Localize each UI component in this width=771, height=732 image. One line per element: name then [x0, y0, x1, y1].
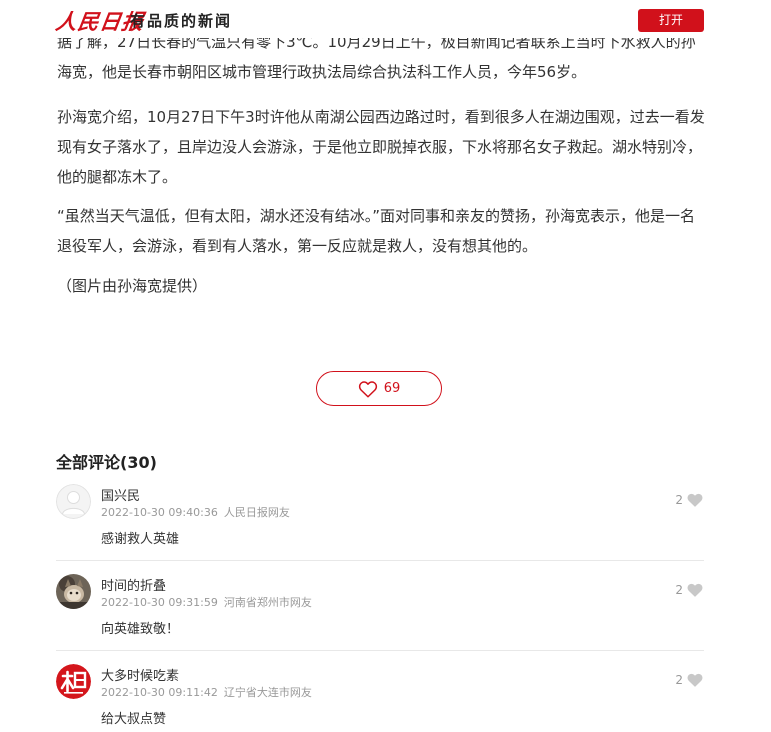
comment-like-button[interactable]: 2: [675, 672, 704, 688]
article-paragraph: 孙海宽介绍，10月27日下午3时许他从南湖公园西边路过时，看到很多人在湖边围观，…: [57, 108, 705, 186]
comment-like-count: 2: [675, 673, 683, 687]
comment-like-count: 2: [675, 493, 683, 507]
heart-outline-icon: [358, 380, 378, 398]
comment-like-button[interactable]: 2: [675, 492, 704, 508]
like-button[interactable]: 69: [316, 371, 442, 406]
heart-filled-icon: [686, 492, 704, 508]
page: 人民日报 有品质的新闻 打开 据了解，27日长春的气温只有零下3℃。10月29日…: [0, 0, 771, 732]
comment-item: 国兴民 2022-10-30 09:40:36 人民日报网友 感谢救人英雄 2: [56, 470, 704, 561]
heart-filled-icon: [686, 672, 704, 688]
comment-text: 感谢救人英雄: [101, 532, 180, 547]
comment-meta: 2022-10-30 09:11:42 辽宁省大连市网友: [101, 684, 312, 700]
heart-filled-icon: [686, 582, 704, 598]
comment-author[interactable]: 国兴民: [101, 485, 140, 504]
comment-author[interactable]: 时间的折叠: [101, 575, 166, 594]
article-paragraph: “虽然当天气温低，但有太阳，湖水还没有结冰。”面对同事和亲友的赞扬，孙海宽表示，…: [57, 207, 696, 255]
comment-like-button[interactable]: 2: [675, 582, 704, 598]
comment-location: 辽宁省大连市网友: [223, 686, 312, 699]
cat-photo-avatar[interactable]: [56, 574, 91, 609]
header-slogan: 有品质的新闻: [130, 12, 233, 30]
comment-item: 时间的折叠 2022-10-30 09:31:59 河南省郑州市网友 向英雄致敬！…: [56, 560, 704, 651]
image-credit: （图片由孙海宽提供）: [57, 277, 208, 295]
open-app-button[interactable]: 打开: [638, 9, 704, 32]
comment-meta: 2022-10-30 09:31:59 河南省郑州市网友: [101, 594, 312, 610]
comment-text: 向英雄致敬！: [101, 622, 180, 637]
comment-like-count: 2: [675, 583, 683, 597]
top-header-bar: 人民日报 有品质的新闻 打开: [0, 0, 771, 38]
red-logo-avatar[interactable]: [56, 664, 91, 699]
comment-author[interactable]: 大多时候吃素: [101, 665, 179, 684]
default-avatar[interactable]: [56, 484, 91, 519]
comment-time: 2022-10-30 09:40:36: [101, 506, 218, 519]
comment-item: 大多时候吃素 2022-10-30 09:11:42 辽宁省大连市网友 给大叔点赞…: [56, 650, 704, 732]
comment-location: 人民日报网友: [223, 506, 290, 519]
comment-location: 河南省郑州市网友: [223, 596, 312, 609]
comment-time: 2022-10-30 09:31:59: [101, 596, 218, 609]
comment-text: 给大叔点赞: [101, 712, 167, 727]
like-count: 69: [383, 381, 401, 396]
comment-meta: 2022-10-30 09:40:36 人民日报网友: [101, 504, 290, 520]
comment-time: 2022-10-30 09:11:42: [101, 686, 218, 699]
